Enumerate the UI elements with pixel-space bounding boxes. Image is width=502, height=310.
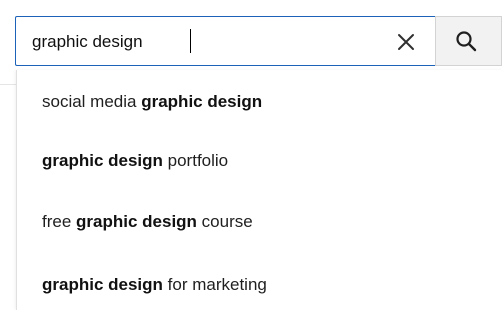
header-divider [0,84,16,85]
suggestion-prefix: free [42,212,77,231]
close-icon [398,34,414,50]
search-box[interactable] [15,16,435,66]
suggestion-item[interactable]: graphic design for marketing [17,257,502,310]
clear-search-button[interactable] [390,26,422,58]
suggestion-item[interactable]: free graphic design course [17,194,502,250]
search-page: social media graphic design graphic desi… [0,0,502,310]
suggestion-match: graphic design [76,212,197,231]
search-icon [456,31,477,52]
suggestion-suffix: for marketing [162,275,267,294]
suggestion-prefix: social media [42,92,142,111]
search-input[interactable] [32,29,392,55]
search-button[interactable] [435,16,502,66]
suggestion-match: graphic design [42,275,163,294]
suggestion-suffix: portfolio [162,151,229,170]
suggestion-item[interactable]: graphic design portfolio [17,133,502,189]
search-bar [15,16,502,68]
suggestion-match: graphic design [141,92,263,111]
suggestion-suffix: course [196,212,253,231]
text-caret [190,29,191,53]
suggestion-match: graphic design [42,151,163,170]
suggestion-item[interactable]: social media graphic design [17,74,502,130]
suggestions-dropdown: social media graphic design graphic desi… [16,70,502,310]
